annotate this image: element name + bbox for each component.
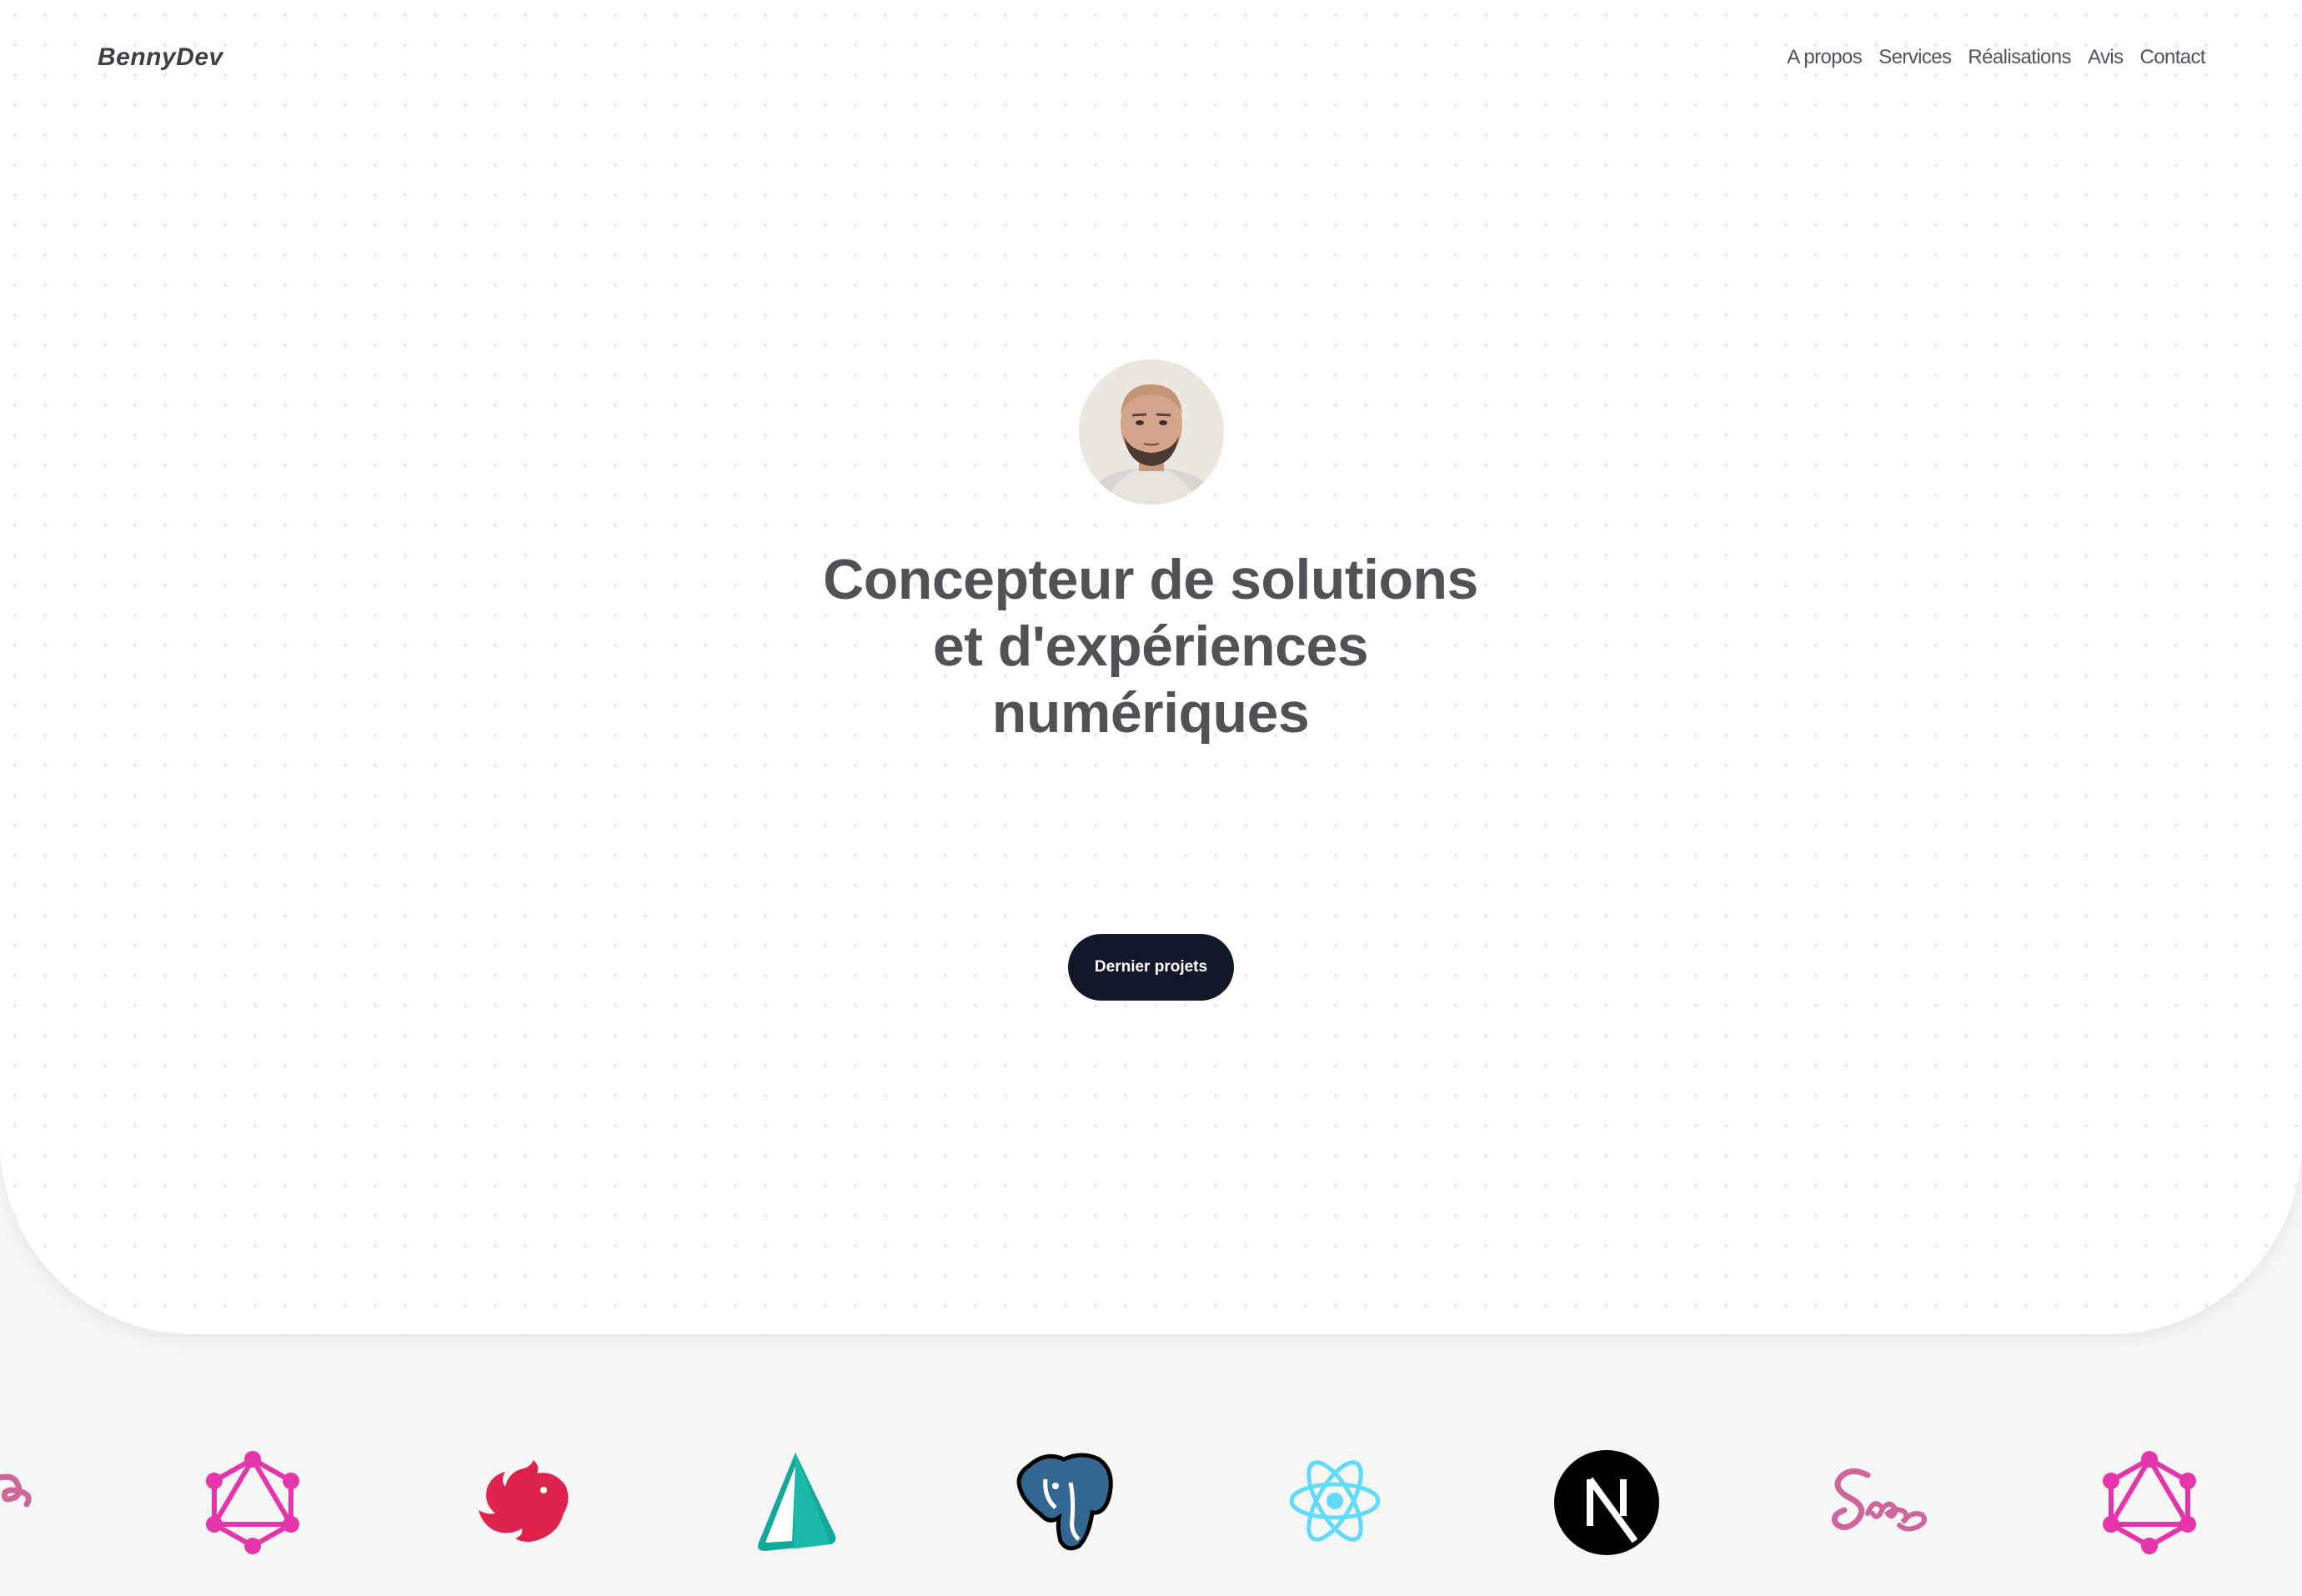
nav-link-a-propos[interactable]: A propos: [1787, 46, 1863, 69]
prisma-icon: [758, 1453, 836, 1551]
postgresql-icon: [1016, 1453, 1113, 1551]
sass-logo-partial-icon: [0, 1473, 32, 1508]
main-nav: A propos Services Réalisations Avis Cont…: [1787, 46, 2205, 69]
nav-link-realisations[interactable]: Réalisations: [1968, 46, 2071, 69]
profile-avatar: [1079, 359, 1224, 504]
hero-headline-line-1: Concepteur de solutions: [823, 548, 1478, 611]
page: BennyDev A propos Services Réalisations …: [0, 0, 2302, 1596]
hero-headline: Concepteur de solutions et d'expériences…: [650, 546, 1651, 746]
nestjs-icon: [479, 1460, 569, 1542]
hero-headline-line-2: et d'expériences: [932, 615, 1369, 678]
hero-section: BennyDev A propos Services Réalisations …: [0, 0, 2302, 1334]
nextjs-icon: [1554, 1450, 1659, 1555]
profile-photo: [1079, 359, 1224, 504]
nav-link-avis[interactable]: Avis: [2088, 46, 2124, 69]
sass-icon: [1831, 1468, 1927, 1532]
hero-headline-line-3: numériques: [991, 681, 1310, 745]
graphql-icon: [206, 1451, 299, 1554]
latest-projects-button[interactable]: Dernier projets: [1068, 934, 1234, 1001]
nav-link-services[interactable]: Services: [1878, 46, 1952, 69]
react-icon: [1289, 1460, 1381, 1542]
graphql-icon: [2103, 1451, 2196, 1554]
brand-logo[interactable]: BennyDev: [98, 43, 223, 72]
tech-logo-carousel: [0, 1418, 2302, 1568]
nav-link-contact[interactable]: Contact: [2139, 46, 2205, 69]
